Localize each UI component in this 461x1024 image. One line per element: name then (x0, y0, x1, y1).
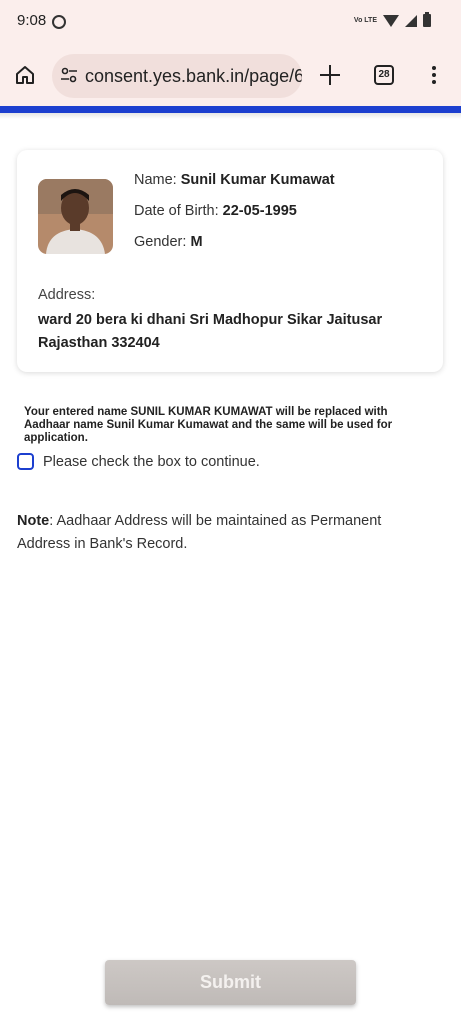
note-label: Note (17, 513, 50, 529)
address-label: Address: (38, 287, 96, 303)
home-icon[interactable] (14, 64, 36, 86)
aadhaar-details-card: Name: Sunil Kumar Kumawat Date of Birth:… (17, 150, 443, 372)
browser-toolbar: consent.yes.bank.in/page/6 28 (0, 44, 461, 106)
note-text: : Aadhaar Address will be maintained as … (17, 513, 382, 552)
name-row: Name: Sunil Kumar Kumawat (134, 172, 335, 203)
new-tab-icon[interactable] (318, 63, 342, 87)
address-value: ward 20 bera ki dhani Sri Madhopur Sikar… (38, 312, 383, 351)
dob-value: 22-05-1995 (222, 203, 297, 219)
status-bar: 9:08 Vo LTE (0, 0, 461, 44)
dob-label: Date of Birth: (134, 203, 219, 219)
gender-value: M (190, 234, 203, 250)
tab-switcher-button[interactable]: 28 (374, 65, 394, 85)
volte-icon: Vo LTE (353, 17, 377, 24)
status-icons: Vo LTE (353, 12, 431, 27)
status-time: 9:08 (17, 12, 47, 29)
wifi-icon (383, 14, 399, 27)
gender-label: Gender: (134, 234, 187, 250)
site-settings-icon[interactable] (60, 66, 78, 84)
sync-icon (52, 15, 66, 29)
name-value: Sunil Kumar Kumawat (180, 172, 335, 188)
more-menu-icon[interactable] (428, 64, 440, 88)
signal-icon (405, 14, 417, 27)
header-shadow (0, 113, 461, 119)
address-bar[interactable]: consent.yes.bank.in/page/6 (52, 54, 302, 98)
name-label: Name: (134, 172, 177, 188)
battery-icon (423, 12, 431, 27)
gender-row: Gender: M (134, 234, 335, 265)
avatar (38, 179, 113, 254)
consent-label[interactable]: Please check the box to continue. (43, 454, 260, 470)
consent-checkbox[interactable] (17, 453, 34, 470)
url-text[interactable]: consent.yes.bank.in/page/6 (85, 66, 302, 87)
header-accent-bar (0, 106, 461, 113)
dob-row: Date of Birth: 22-05-1995 (134, 203, 335, 234)
address-note: Note: Aadhaar Address will be maintained… (17, 510, 417, 556)
personal-info: Name: Sunil Kumar Kumawat Date of Birth:… (134, 172, 335, 265)
name-replacement-notice: Your entered name SUNIL KUMAR KUMAWAT wi… (24, 406, 393, 444)
submit-button[interactable]: Submit (105, 960, 356, 1005)
consent-row[interactable]: Please check the box to continue. (17, 453, 260, 470)
